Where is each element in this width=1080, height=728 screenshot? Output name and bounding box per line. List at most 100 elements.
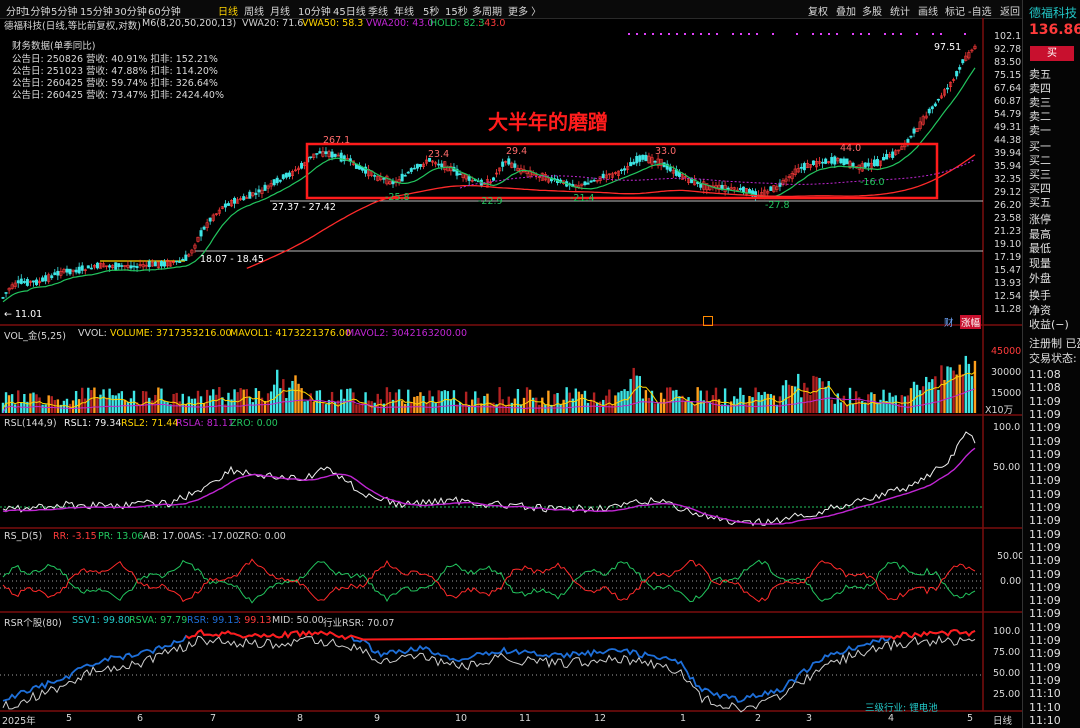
volume-bar [958, 364, 961, 413]
finance-badge[interactable]: 财 [944, 315, 954, 329]
period-tab[interactable]: 多周期 [472, 3, 502, 18]
statistics-button[interactable]: 统计 [890, 3, 910, 18]
period-tab[interactable]: 1分钟 [24, 3, 50, 18]
volume-bar [403, 403, 407, 413]
tick-time: 11:09 [1029, 540, 1061, 554]
draw-line-button[interactable]: 画线 [918, 3, 938, 18]
period-label[interactable]: 日线 [993, 713, 1012, 727]
volume-bar [178, 401, 181, 413]
tick-time: 11:09 [1029, 660, 1061, 674]
trough-label: -16.0 [860, 177, 885, 188]
volume-bar [739, 387, 742, 413]
volume-bar [842, 395, 846, 413]
candle-body [811, 160, 815, 165]
volume-bar [279, 388, 282, 413]
period-tab[interactable]: 5分钟 [51, 3, 77, 18]
period-tab[interactable]: 60分钟 [148, 3, 181, 18]
candle-body [824, 158, 828, 164]
candle-body [153, 261, 157, 267]
buy-button[interactable]: 买 [1030, 46, 1074, 61]
main-y-tick: 54.79 [994, 109, 1022, 120]
volume-bar [199, 396, 203, 413]
volume-bar [492, 402, 495, 413]
more-menu[interactable]: 更多 〉 [508, 3, 541, 18]
mark-button[interactable]: 标记 [945, 3, 965, 18]
volume-bar [477, 397, 480, 413]
period-tab[interactable]: 15秒 [445, 3, 468, 18]
volume-bar [669, 387, 672, 413]
candle-body [287, 172, 291, 177]
volume-bar [96, 397, 99, 413]
period-tab[interactable]: 月线 [270, 3, 290, 18]
volume-bar [358, 404, 361, 413]
back-button[interactable]: 返回 [1000, 3, 1020, 18]
period-tab[interactable]: 季线 [368, 3, 388, 18]
tick-time: 11:09 [1029, 407, 1061, 421]
volume-bar [208, 395, 212, 413]
volume-bar [53, 400, 56, 413]
period-tab[interactable]: 分时 [6, 3, 26, 18]
overlay-button[interactable]: 叠加 [836, 3, 856, 18]
candle-body [866, 162, 870, 167]
volume-bar [638, 376, 641, 413]
volume-bar [912, 381, 916, 413]
volume-bar [41, 404, 44, 413]
period-tab[interactable]: 5秒 [423, 3, 439, 18]
volume-bar [340, 389, 343, 413]
rsr-header-rsr: RSR: 99.13 [187, 615, 240, 626]
period-tab[interactable]: 30分钟 [114, 3, 147, 18]
candle-body [851, 162, 855, 167]
volume-bar [446, 391, 450, 413]
volume-bar [809, 394, 812, 413]
volume-bar [105, 397, 108, 413]
main-y-tick: 35.94 [994, 161, 1022, 172]
trough-label: -21.4 [570, 193, 595, 204]
volume-bar [586, 402, 590, 413]
x-axis-label: 5 [967, 713, 974, 724]
signal-dot [820, 33, 822, 35]
multi-stock-button[interactable]: 多股 [862, 3, 882, 18]
candle-body [77, 266, 81, 274]
volume-bar [790, 385, 794, 413]
period-tab[interactable]: 周线 [244, 3, 264, 18]
x-axis-label: 5 [66, 713, 73, 724]
volume-bar [7, 395, 11, 413]
period-tab[interactable]: 年线 [394, 3, 414, 18]
period-tab[interactable]: 45日线 [333, 3, 366, 18]
volume-bar [266, 393, 270, 413]
volume-bar [641, 398, 645, 413]
period-toolbar: 分时 1分钟 5分钟 15分钟 30分钟 60分钟 日线 周线 月线 10分钟 … [0, 0, 1022, 19]
volume-bar [303, 401, 306, 413]
candle-body [108, 265, 112, 268]
signal-dot [700, 33, 702, 35]
main-y-tick: 26.20 [994, 200, 1022, 211]
low-label: ← 11.01 [4, 309, 43, 320]
rsr-tick: 25.00 [993, 689, 1021, 700]
main-header-vwa200: VWA200: 43.0 [366, 18, 434, 29]
volume-bar [461, 403, 465, 413]
quote-label: 现量 [1029, 257, 1051, 270]
period-tab[interactable]: 15分钟 [80, 3, 113, 18]
candle-body [275, 177, 279, 184]
volume-bar [102, 389, 105, 413]
add-watchlist-button[interactable]: -自选 [968, 3, 992, 18]
volume-bar [684, 400, 687, 413]
rsd-header-as: AS: -17.00 [189, 531, 239, 542]
period-tab[interactable]: 10分钟 [298, 3, 331, 18]
period-tab-active[interactable]: 日线 [218, 3, 238, 18]
quote-label: 最低 [1029, 242, 1051, 255]
candle-body [601, 173, 605, 179]
main-y-tick: 102.1 [994, 31, 1022, 42]
event-marker-icon[interactable] [703, 316, 713, 326]
volume-bar [285, 398, 288, 413]
volume-bar [431, 396, 434, 413]
candle-body [875, 159, 879, 167]
volume-bar [443, 390, 446, 413]
volume-bar [166, 402, 169, 413]
candle-body [333, 153, 337, 157]
rise-badge[interactable]: 涨幅 [960, 315, 982, 329]
rsr-tick: 50.00 [993, 668, 1021, 679]
signal-dot [668, 33, 670, 35]
adjust-button[interactable]: 复权 [808, 3, 828, 18]
trade-status: 交易状态: 正 [1029, 352, 1080, 365]
